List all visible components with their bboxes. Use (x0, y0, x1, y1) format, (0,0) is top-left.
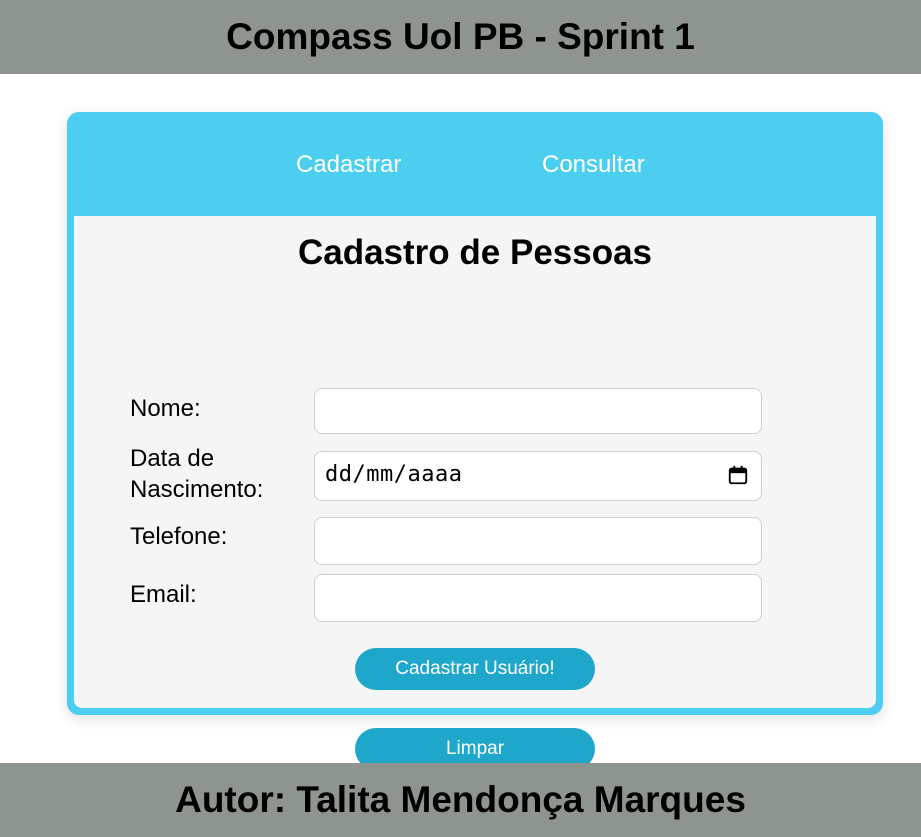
footer-author: Autor: Talita Mendonça Marques (175, 779, 746, 820)
top-bar: Compass Uol PB - Sprint 1 (0, 0, 921, 74)
card-nav: Cadastrar Consultar (67, 112, 883, 216)
email-label: Email: (130, 581, 197, 608)
calendar-icon[interactable] (727, 464, 749, 486)
nome-label: Nome: (130, 395, 201, 422)
form-body: Cadastro de Pessoas Nome: Data de Nascim… (74, 216, 876, 770)
form-card: Cadastrar Consultar Cadastro de Pessoas … (67, 112, 883, 770)
date-placeholder: dd/mm/aaaa (325, 462, 463, 487)
data-nascimento-label-line2: Nascimento: (130, 476, 264, 503)
email-input[interactable] (314, 574, 762, 622)
data-nascimento-label-line1: Data de (130, 445, 215, 472)
telefone-input[interactable] (314, 517, 762, 565)
nav-link-cadastrar[interactable]: Cadastrar (296, 151, 401, 179)
form-title: Cadastro de Pessoas (297, 233, 653, 272)
data-nascimento-input[interactable]: dd/mm/aaaa (314, 451, 762, 501)
footer-bar: Autor: Talita Mendonça Marques (0, 763, 921, 837)
page-title: Compass Uol PB - Sprint 1 (226, 16, 695, 57)
telefone-label: Telefone: (130, 523, 228, 550)
cadastrar-usuario-button[interactable]: Cadastrar Usuário! (355, 648, 595, 690)
nome-input[interactable] (314, 388, 762, 434)
nav-link-consultar[interactable]: Consultar (542, 151, 645, 179)
